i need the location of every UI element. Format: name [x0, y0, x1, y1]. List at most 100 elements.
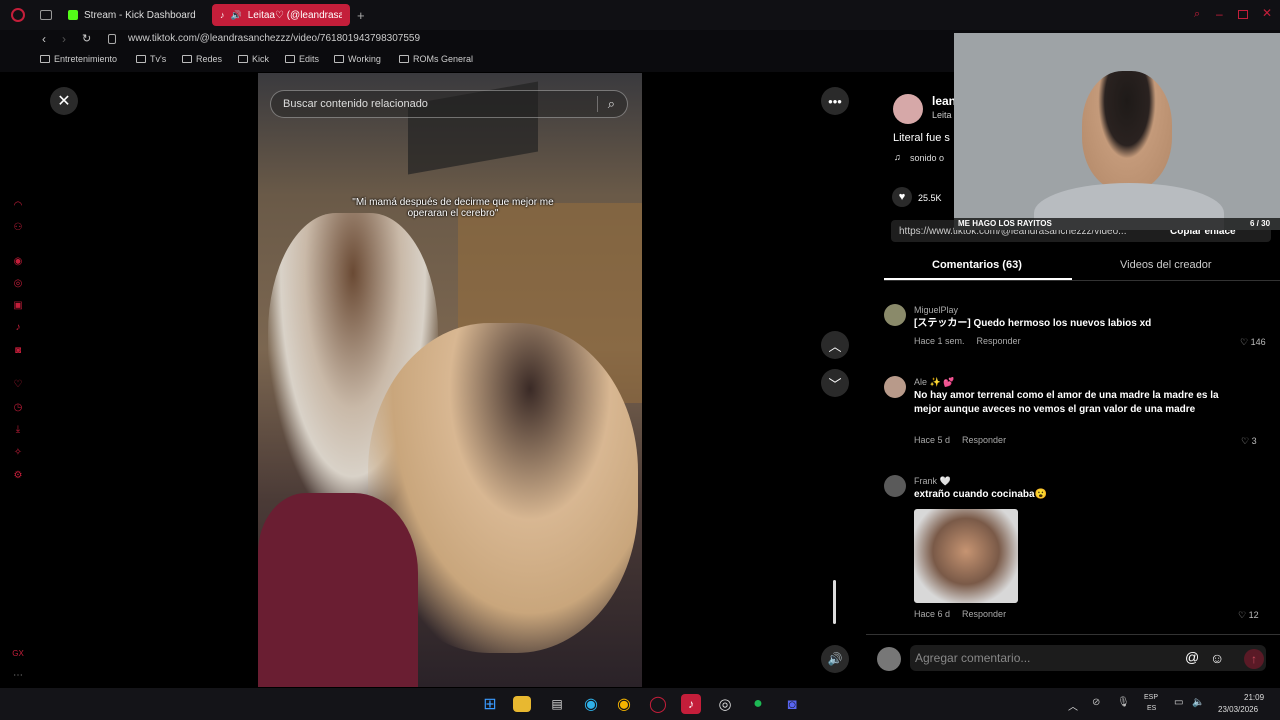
more-icon[interactable]: ⋯ — [12, 670, 24, 682]
sound-name[interactable]: sonido o — [910, 153, 944, 163]
volume-slider[interactable] — [833, 580, 836, 624]
bookmark-folder[interactable]: Entretenimiento — [40, 54, 117, 64]
like-video-button[interactable]: ♥ — [892, 187, 912, 207]
history-icon[interactable]: ◷ — [12, 402, 24, 414]
tiktok-sidebar-icon[interactable]: ♪ — [12, 322, 24, 334]
extensions-icon[interactable]: ✧ — [12, 447, 24, 459]
whatsapp-icon[interactable]: ◎ — [12, 278, 24, 290]
tiktok-taskbar-icon[interactable]: ♪ — [681, 694, 701, 714]
tab-comments[interactable]: Comentarios (63) — [932, 259, 1022, 271]
close-video-button[interactable]: ✕ — [50, 87, 78, 115]
tray-mic-icon[interactable]: 🎙 — [1117, 697, 1130, 708]
close-window-button[interactable]: ✕ — [1262, 6, 1272, 20]
my-avatar — [877, 647, 901, 671]
new-tab-button[interactable]: + — [357, 8, 365, 23]
video-player[interactable]: "Mi mamá después de decirme que mejor me… — [258, 73, 642, 687]
comment-time: Hace 6 d — [914, 609, 951, 619]
webcam-overlay: ME HAGO LOS RAYITOS 6 / 30 — [954, 33, 1280, 230]
tray-chevron-icon[interactable]: ︿ — [1068, 698, 1078, 713]
opera-menu-icon[interactable] — [11, 8, 25, 22]
monitor-icon[interactable]: ▭ — [1174, 697, 1183, 708]
aria-icon[interactable]: ◠ — [12, 200, 24, 212]
clock-time[interactable]: 21:09 — [1244, 693, 1264, 702]
spotify-icon[interactable]: ● — [748, 694, 768, 714]
url-field[interactable]: www.tiktok.com/@leandrasanchezzz/video/7… — [128, 33, 420, 44]
chrome-icon[interactable]: ◉ — [614, 694, 634, 714]
creator-avatar[interactable] — [893, 94, 923, 124]
tray-network-icon[interactable]: ⊘ — [1092, 697, 1100, 708]
gx-icon[interactable]: GX — [12, 648, 24, 660]
bookmark-folder[interactable]: Redes — [182, 54, 222, 64]
next-video-button[interactable]: ﹀ — [821, 369, 849, 397]
avatar[interactable] — [884, 304, 906, 326]
settings-icon[interactable]: ⚙ — [12, 470, 24, 482]
comment-like[interactable]: ♡ 3 — [1241, 436, 1257, 447]
previous-video-button[interactable]: ︿ — [821, 331, 849, 359]
avatar[interactable] — [884, 376, 906, 398]
bookmark-folder[interactable]: Edits — [285, 54, 319, 64]
reply-button[interactable]: Responder — [962, 435, 1006, 445]
maximize-button[interactable] — [1238, 10, 1248, 19]
back-icon[interactable]: ‹ — [42, 32, 46, 46]
comment-time: Hace 5 d — [914, 435, 951, 445]
forward-icon[interactable]: › — [62, 32, 66, 46]
folder-icon — [334, 55, 344, 63]
obs-icon[interactable]: ◎ — [715, 694, 735, 714]
bookmark-folder[interactable]: Working — [334, 54, 381, 64]
comment-like[interactable]: ♡ 146 — [1240, 337, 1266, 348]
speaker-icon[interactable]: 🔊 — [231, 10, 242, 21]
downloads-icon[interactable]: ⤓ — [12, 424, 24, 436]
comment-username[interactable]: Ale ✨ 💕 — [914, 377, 954, 388]
favorites-icon[interactable]: ♡ — [12, 379, 24, 391]
send-button[interactable]: ↑ — [1244, 649, 1264, 669]
comment-text: [ステッカー] Quedo hermoso los nuevos labios … — [914, 318, 1152, 329]
music-icon: ♫ — [894, 152, 901, 162]
crypto-wallet-icon[interactable]: ⚇ — [12, 222, 24, 234]
clock-date[interactable]: 23/03/2026 — [1218, 705, 1258, 714]
opera-gx-taskbar-icon[interactable]: ◯ — [648, 694, 668, 714]
snipping-tool-icon[interactable]: ▤ — [547, 694, 567, 714]
reply-button[interactable]: Responder — [962, 609, 1006, 619]
tab-tiktok[interactable]: ♪ 🔊 Leitaa♡ (@leandrasan — [212, 4, 350, 26]
comment-meta: Hace 1 sem. Responder — [914, 336, 1021, 346]
edge-icon[interactable]: ◉ — [581, 694, 601, 714]
windows-taskbar — [0, 688, 1280, 720]
comment-sticker-image[interactable] — [914, 509, 1018, 603]
comment-username[interactable]: MiguelPlay — [914, 305, 958, 315]
tab-creator-videos[interactable]: Videos del creador — [1120, 259, 1212, 271]
bookmark-folder[interactable]: Kick — [238, 54, 269, 64]
more-options-button[interactable]: ••• — [821, 87, 849, 115]
comment-username[interactable]: Frank 🤍 — [914, 476, 951, 487]
minimize-button[interactable]: – — [1216, 7, 1223, 21]
language-top[interactable]: ESP — [1144, 694, 1158, 701]
volume-button[interactable]: 🔊 — [821, 645, 849, 673]
bookmark-folder[interactable]: Tv's — [136, 54, 166, 64]
emoji-icon[interactable]: ☺ — [1210, 650, 1224, 666]
folder-icon — [399, 55, 409, 63]
folder-icon — [40, 55, 50, 63]
discord-taskbar-icon[interactable]: ◙ — [782, 694, 802, 714]
tabs-divider — [884, 280, 1280, 281]
windows-start-icon[interactable]: ⊞ — [480, 694, 500, 714]
speaker-tray-icon[interactable]: 🔈 — [1192, 697, 1204, 708]
avatar[interactable] — [884, 475, 906, 497]
instagram-icon[interactable]: ▣ — [12, 300, 24, 312]
reply-button[interactable]: Responder — [977, 336, 1021, 346]
messenger-icon[interactable]: ◉ — [12, 256, 24, 268]
tab-kick-dashboard[interactable]: Stream - Kick Dashboard — [60, 4, 210, 26]
workspace-icon[interactable] — [40, 10, 52, 20]
search-tabs-icon[interactable]: ⌕ — [1194, 8, 1200, 21]
tab-label: Leitaa♡ (@leandrasan — [247, 9, 342, 21]
folder-icon — [285, 55, 295, 63]
input-divider — [866, 634, 1280, 635]
reload-icon[interactable]: ↻ — [82, 32, 91, 45]
discord-icon[interactable]: ◙ — [12, 345, 24, 357]
bookmark-folder[interactable]: ROMs General — [399, 54, 473, 64]
language-bottom[interactable]: ES — [1147, 705, 1156, 712]
mention-icon[interactable]: @ — [1185, 649, 1199, 665]
related-search-box[interactable]: Buscar contenido relacionado ⌕ — [270, 90, 628, 118]
file-explorer-icon[interactable] — [513, 696, 531, 712]
search-icon[interactable]: ⌕ — [596, 96, 615, 112]
comment-like[interactable]: ♡ 12 — [1238, 610, 1259, 621]
creator-name[interactable]: lean — [932, 94, 956, 108]
